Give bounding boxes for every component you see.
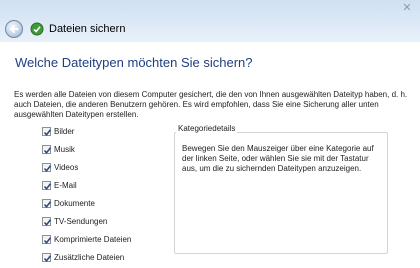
file-type-label: TV-Sendungen xyxy=(54,217,108,226)
file-type-label: Komprimierte Dateien xyxy=(54,235,132,244)
file-type-label: Zusätzliche Dateien xyxy=(54,253,125,262)
checkmark-icon xyxy=(43,237,52,245)
checkmark-icon xyxy=(43,129,52,137)
title-bar: Dateien sichern ✕ xyxy=(0,0,420,42)
page-heading: Welche Dateitypen möchten Sie sichern? xyxy=(15,55,253,70)
page-description: Es werden alle Dateien von diesem Comput… xyxy=(14,90,408,119)
backup-icon xyxy=(30,22,44,36)
checkmark-icon xyxy=(43,183,52,191)
window-title: Dateien sichern xyxy=(49,23,126,35)
checkmark-icon xyxy=(43,219,52,227)
close-icon: ✕ xyxy=(402,2,412,14)
category-details-text: Bewegen Sie den Mauszeiger über eine Kat… xyxy=(182,144,374,173)
file-type-label: Bilder xyxy=(54,127,75,136)
checkbox[interactable] xyxy=(42,253,52,263)
back-button[interactable] xyxy=(5,20,23,38)
checkbox[interactable] xyxy=(42,199,52,209)
checkmark-icon xyxy=(43,201,52,209)
checkmark-icon xyxy=(43,255,52,263)
checkbox[interactable] xyxy=(42,181,52,191)
checkbox[interactable] xyxy=(42,145,52,155)
file-type-label: Musik xyxy=(54,145,75,154)
back-arrow-icon xyxy=(10,25,19,33)
checkmark-icon xyxy=(43,147,52,155)
file-type-label: Videos xyxy=(54,163,79,172)
category-details-title: Kategoriedetails xyxy=(176,124,238,134)
checkbox[interactable] xyxy=(42,127,52,137)
checkbox[interactable] xyxy=(42,235,52,245)
file-type-label: E-Mail xyxy=(54,181,77,190)
checkmark-icon xyxy=(43,165,52,173)
close-button[interactable]: ✕ xyxy=(400,3,414,14)
checkbox[interactable] xyxy=(42,217,52,227)
checkbox[interactable] xyxy=(42,163,52,173)
file-type-label: Dokumente xyxy=(54,199,95,208)
